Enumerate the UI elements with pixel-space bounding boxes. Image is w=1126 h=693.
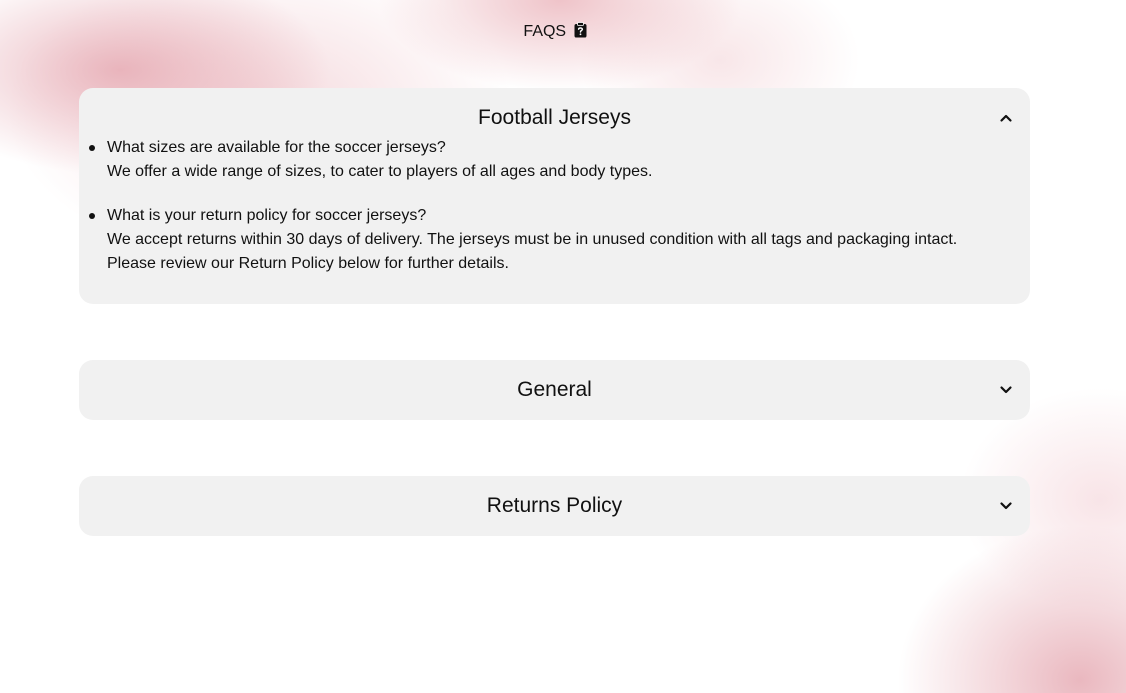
- section-title: General: [517, 378, 592, 401]
- faq-question: What sizes are available for the soccer …: [107, 139, 446, 156]
- faq-item: What sizes are available for the soccer …: [89, 136, 1030, 184]
- faq-list: What sizes are available for the soccer …: [79, 136, 1030, 276]
- faq-item: What is your return policy for soccer je…: [89, 204, 1030, 276]
- page-title: FAQS: [523, 23, 567, 40]
- section-title: Returns Policy: [486, 494, 623, 517]
- chevron-down-icon[interactable]: [999, 383, 1013, 397]
- faq-section-returns-policy: Returns Policy: [79, 476, 1030, 536]
- chevron-down-icon[interactable]: [999, 499, 1013, 513]
- faq-section-general: General: [79, 360, 1030, 420]
- section-title: Football Jerseys: [478, 106, 631, 129]
- section-header-returns-policy[interactable]: Returns Policy: [79, 476, 1030, 536]
- chevron-up-icon[interactable]: [999, 111, 1013, 125]
- faq-answer: Please review our Return Policy below fo…: [107, 255, 509, 272]
- faq-section-football-jerseys: Football Jerseys What sizes are availabl…: [79, 88, 1030, 304]
- clipboard-question-icon: [574, 22, 587, 44]
- faqs-header: FAQS: [0, 22, 1110, 44]
- faq-question: What is your return policy for soccer je…: [107, 207, 427, 224]
- faq-answer: We offer a wide range of sizes, to cater…: [107, 163, 653, 180]
- faq-answer: We accept returns within 30 days of deli…: [107, 231, 958, 248]
- section-header-general[interactable]: General: [79, 360, 1030, 420]
